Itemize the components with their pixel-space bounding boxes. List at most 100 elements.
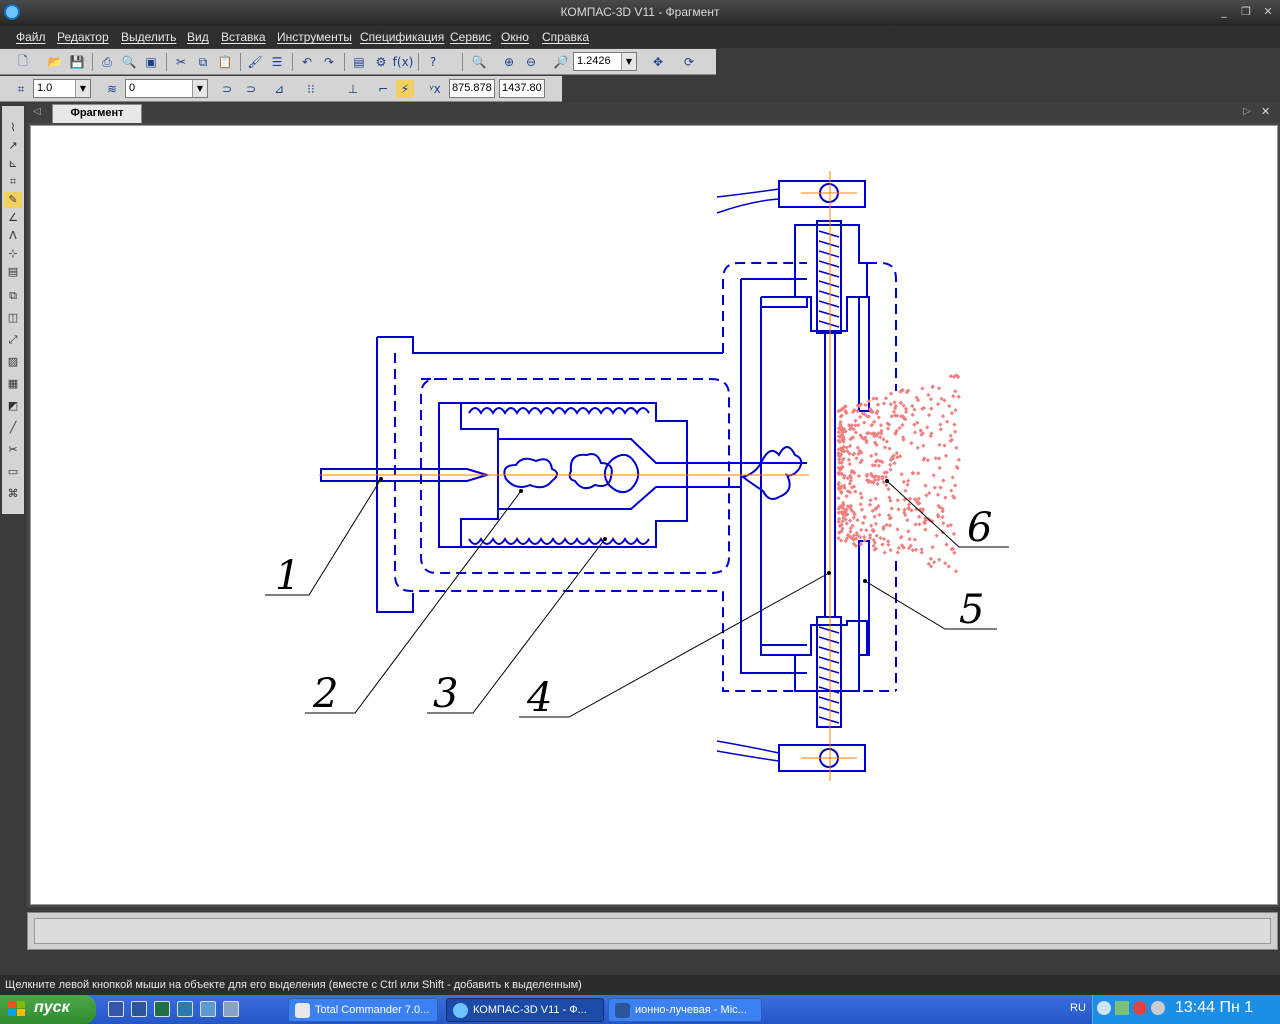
menu-view[interactable]: Вид: [187, 30, 209, 44]
zoom-combo[interactable]: 1.2426 ▼: [573, 52, 637, 71]
layer-icon[interactable]: ≋: [103, 80, 121, 98]
particle: [920, 386, 925, 391]
tab-scroll-left-icon[interactable]: ◁: [33, 106, 41, 117]
menu-editor[interactable]: Редактор: [57, 30, 109, 44]
start-button[interactable]: пуск: [0, 995, 96, 1024]
toolbar-separator: [92, 53, 93, 71]
undo-icon[interactable]: ↶: [298, 53, 316, 71]
tab-fragment[interactable]: Фрагмент: [52, 104, 142, 123]
snap-settings-icon[interactable]: ⊃: [242, 80, 260, 98]
pan-icon[interactable]: ✥: [649, 53, 667, 71]
measure-icon[interactable]: ∠: [4, 210, 22, 226]
quicklaunch-publisher-icon[interactable]: [177, 1001, 193, 1017]
particle: [885, 426, 891, 431]
zoom-scale-icon[interactable]: 🔎: [552, 53, 570, 71]
tray-network-icon[interactable]: [1115, 1001, 1129, 1015]
chevron-down-icon[interactable]: ▼: [192, 80, 207, 97]
menu-service[interactable]: Сервис: [450, 30, 491, 44]
print-icon[interactable]: ⎙: [98, 53, 116, 71]
menu-file[interactable]: Файл: [16, 30, 46, 44]
report-icon[interactable]: ▤: [4, 264, 22, 280]
edit-icon[interactable]: ⌗: [4, 174, 22, 190]
chevron-down-icon[interactable]: ▼: [75, 80, 90, 97]
coord-y-field[interactable]: 1437.80: [499, 79, 545, 98]
collect-icon[interactable]: ⌘: [4, 486, 22, 502]
quicklaunch-ie-icon[interactable]: [200, 1001, 216, 1017]
tray-volume-icon[interactable]: [1151, 1001, 1165, 1015]
open-file-icon[interactable]: 📂: [46, 53, 64, 71]
particle: [947, 403, 952, 409]
print-preview-icon[interactable]: 🔍: [120, 53, 138, 71]
zoom-in-icon[interactable]: ⊕: [500, 53, 518, 71]
trim-icon[interactable]: ✂: [4, 442, 22, 458]
new-file-icon[interactable]: 🗋: [14, 53, 32, 71]
particle: [901, 479, 906, 485]
zoom-window-icon[interactable]: 🔍: [470, 53, 488, 71]
quicklaunch-save-icon[interactable]: [108, 1001, 124, 1017]
grid-step-icon[interactable]: ⌗: [12, 80, 30, 98]
select-icon[interactable]: Λ: [4, 228, 22, 244]
cut-icon[interactable]: ✂: [172, 53, 190, 71]
geometry-icon[interactable]: ⌇: [4, 120, 22, 136]
close-icon[interactable]: ✕: [1260, 5, 1276, 19]
menu-window[interactable]: Окно: [501, 30, 529, 44]
copy-icon[interactable]: ⧉: [194, 53, 212, 71]
language-indicator[interactable]: RU: [1070, 1002, 1086, 1014]
library-icon[interactable]: ⚙: [372, 53, 390, 71]
scale-icon[interactable]: ⤢: [4, 332, 22, 348]
fill-icon[interactable]: ◩: [4, 398, 22, 414]
symbols-icon[interactable]: ⊾: [4, 156, 22, 172]
particle: [954, 445, 959, 451]
local-cs-icon[interactable]: ⊥: [344, 80, 362, 98]
paste-icon[interactable]: 📋: [216, 53, 234, 71]
step-combo[interactable]: 1.0 ▼: [33, 79, 91, 98]
round-snap-icon[interactable]: ⚡: [396, 80, 414, 98]
tray-arrow-icon[interactable]: [1097, 1001, 1111, 1015]
variables-fx-icon[interactable]: f(x): [393, 53, 414, 71]
minimize-icon[interactable]: _: [1216, 5, 1232, 19]
quicklaunch-word-icon[interactable]: [131, 1001, 147, 1017]
menu-specification[interactable]: Спецификация: [360, 30, 444, 44]
menu-select[interactable]: Выделить: [121, 30, 176, 44]
particle: [848, 529, 853, 534]
ortho-mode-icon[interactable]: ⌐: [374, 80, 392, 98]
hatch-icon[interactable]: ▨: [4, 354, 22, 370]
restore-icon[interactable]: ❐: [1238, 5, 1254, 19]
task-total-commander[interactable]: Total Commander 7.0...: [288, 998, 438, 1022]
quicklaunch-excel-icon[interactable]: [154, 1001, 170, 1017]
refresh-icon[interactable]: ⟳: [680, 53, 698, 71]
ortho-icon[interactable]: ⊿: [270, 80, 288, 98]
menu-tools[interactable]: Инструменты: [277, 30, 352, 44]
format-painter-icon[interactable]: 🖌: [246, 53, 264, 71]
tray-antivirus-icon[interactable]: [1133, 1001, 1147, 1015]
menu-insert[interactable]: Вставка: [221, 30, 266, 44]
chevron-down-icon[interactable]: ▼: [621, 53, 636, 70]
snap-magnet-icon[interactable]: ⊃: [218, 80, 236, 98]
grid-icon[interactable]: ⁝⁝: [302, 80, 320, 98]
zoom-out-icon[interactable]: ⊖: [522, 53, 540, 71]
close-document-icon[interactable]: ✕: [1261, 105, 1270, 118]
menu-help[interactable]: Справка: [542, 30, 589, 44]
properties-icon[interactable]: ☰: [268, 53, 286, 71]
dimensions-icon[interactable]: ↗: [4, 138, 22, 154]
drawing-canvas[interactable]: 1 2 3 4 5 6: [30, 125, 1278, 905]
page-setup-icon[interactable]: ▣: [142, 53, 160, 71]
tab-scroll-icon[interactable]: ▷: [1243, 106, 1251, 117]
quicklaunch-doc-icon[interactable]: [223, 1001, 239, 1017]
line-icon[interactable]: ╱: [4, 420, 22, 436]
insert-view-icon[interactable]: ⧉: [4, 288, 22, 304]
layer-combo[interactable]: 0 ▼: [125, 79, 208, 98]
redo-icon[interactable]: ↷: [320, 53, 338, 71]
coord-x-field[interactable]: 875.878: [449, 79, 495, 98]
particle: [938, 422, 943, 427]
spec-icon[interactable]: ⊹: [4, 246, 22, 262]
macro-icon[interactable]: ▭: [4, 464, 22, 480]
save-icon[interactable]: 💾: [68, 53, 86, 71]
help-pointer-icon[interactable]: ?: [424, 53, 442, 71]
insert-fragment-icon[interactable]: ◫: [4, 310, 22, 326]
parametrization-icon[interactable]: ✎: [4, 192, 22, 208]
task-word-document[interactable]: ионно-лучевая - Mic...: [608, 998, 762, 1022]
array-icon[interactable]: ▦: [4, 376, 22, 392]
manager-icon[interactable]: ▤: [350, 53, 368, 71]
task-kompas[interactable]: КОМПАС-3D V11 - Ф...: [446, 998, 604, 1022]
